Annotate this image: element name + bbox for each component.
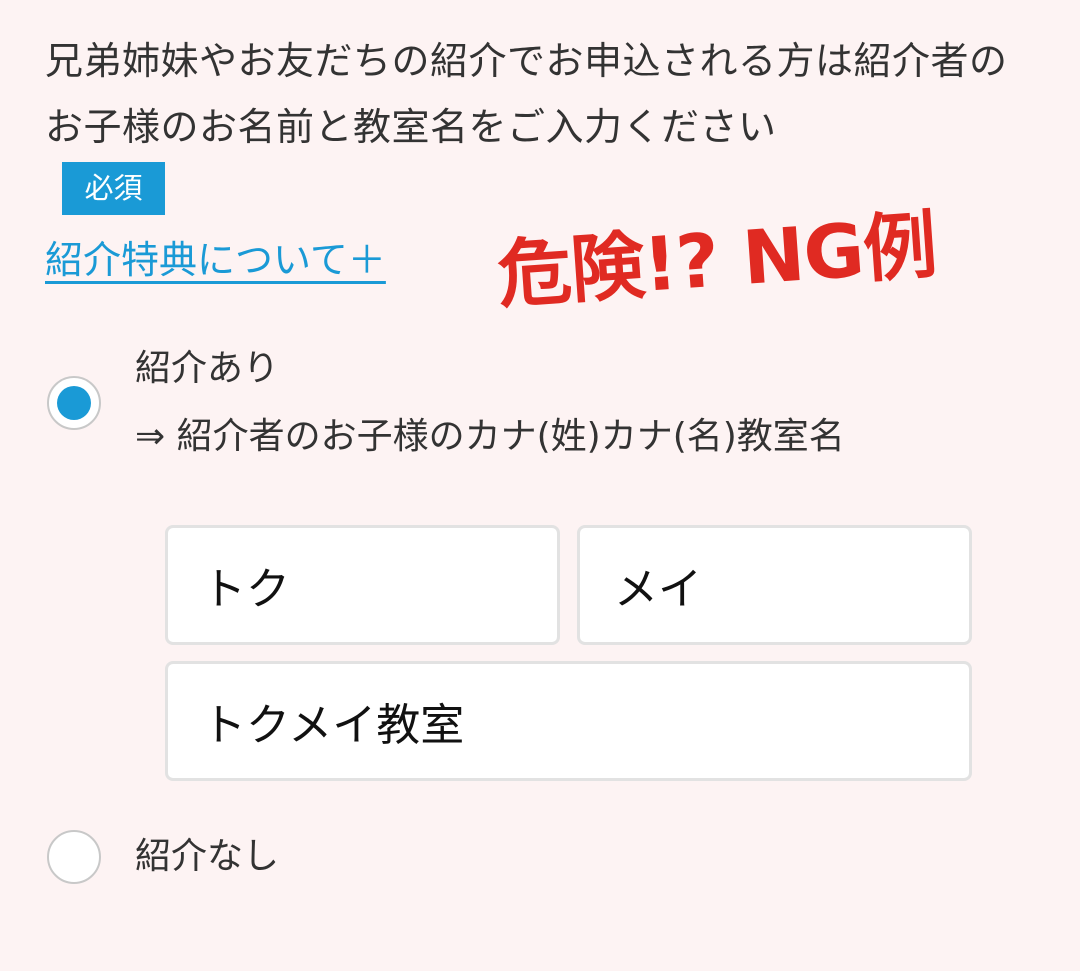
referral-no-radio[interactable] xyxy=(47,830,101,884)
referral-question-text: 兄弟姉妹やお友だちの紹介でお申込される方は紹介者のお子様のお名前と教室名をご入力… xyxy=(45,39,1008,149)
referrer-class-name-input[interactable] xyxy=(165,661,972,781)
referral-yes-label[interactable]: 紹介あり xyxy=(135,336,279,402)
referral-benefit-link[interactable]: 紹介特典について＋ xyxy=(45,232,386,288)
ng-example-annotation: 危険!? NG例 xyxy=(495,202,940,319)
referral-yes-instruction: ⇒ 紹介者のお子様のカナ(姓)カナ(名)教室名 xyxy=(135,416,845,457)
referrer-kana-last-name-input[interactable] xyxy=(165,525,560,645)
referral-yes-radio[interactable] xyxy=(47,376,101,430)
referral-no-label[interactable]: 紹介なし xyxy=(135,824,279,890)
referrer-kana-first-name-input[interactable] xyxy=(577,525,972,645)
required-badge: 必須 xyxy=(62,162,165,215)
radio-selected-dot xyxy=(57,386,91,420)
